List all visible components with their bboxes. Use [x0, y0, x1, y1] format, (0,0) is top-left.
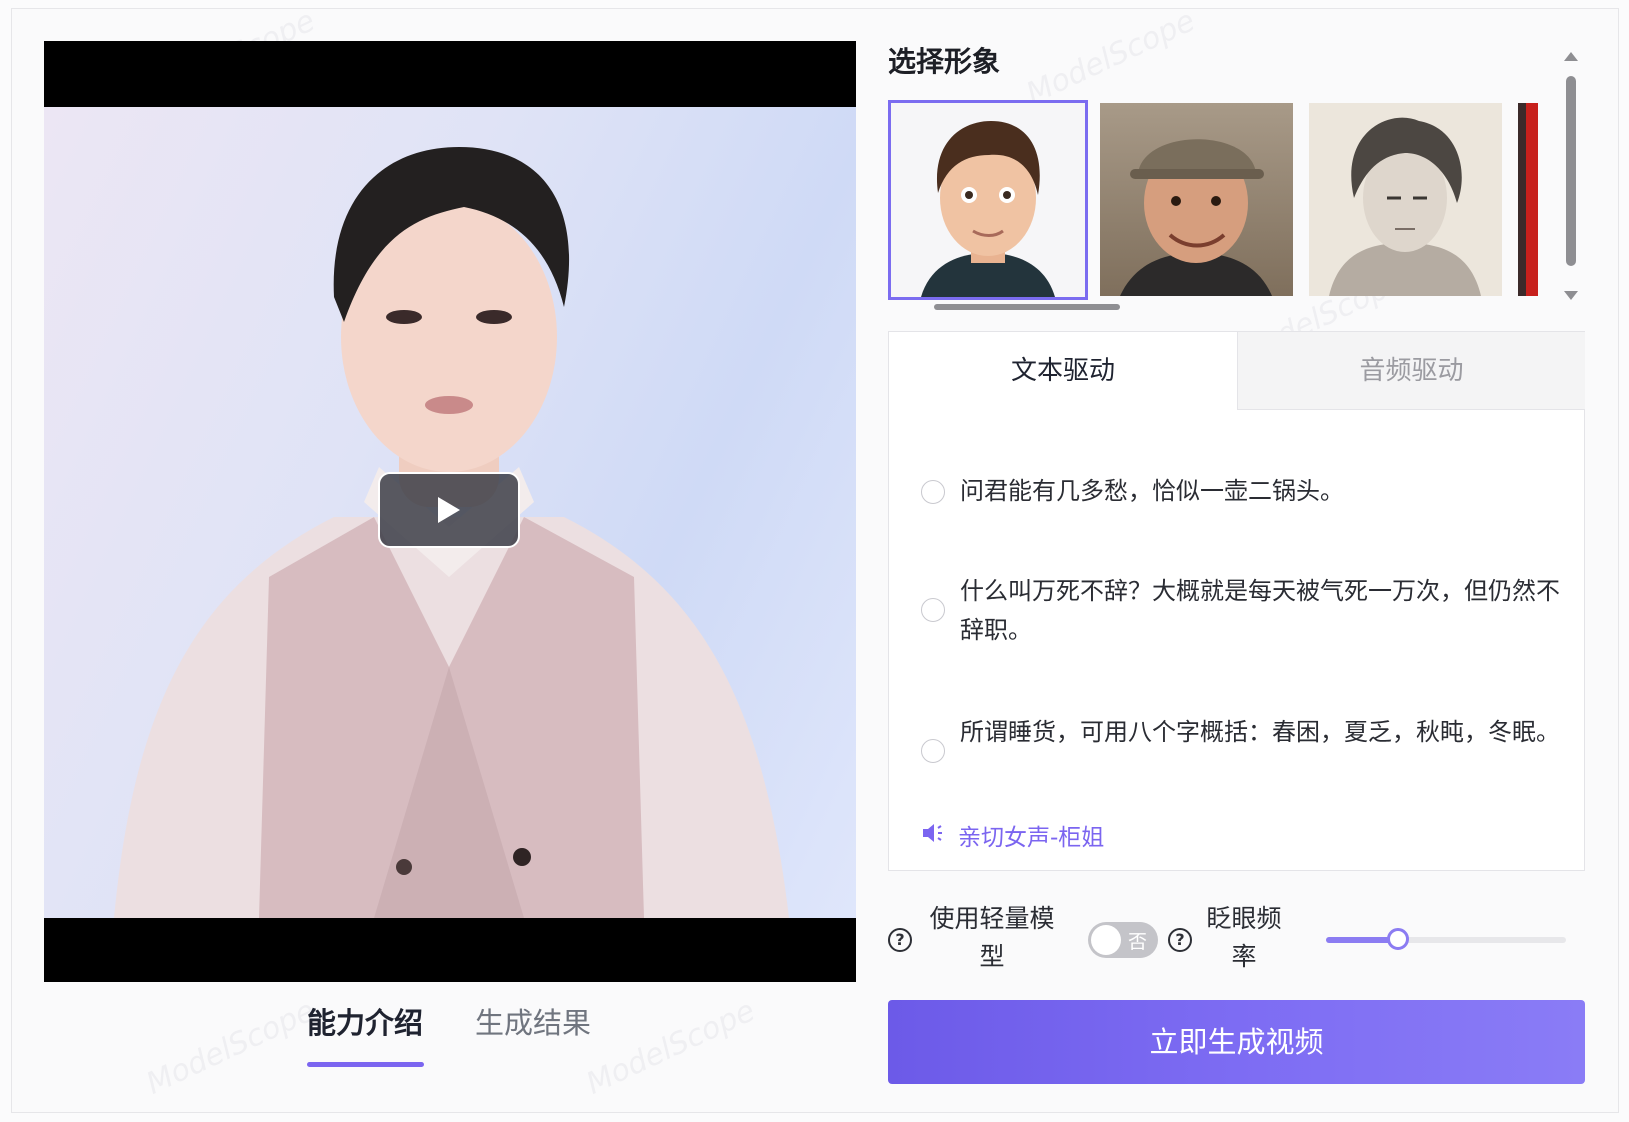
scroll-thumb[interactable] [934, 304, 1120, 310]
result-tabs: 能力介绍 生成结果 [44, 1000, 856, 1070]
tab-audio-drive[interactable]: 音频驱动 [1237, 332, 1585, 410]
help-icon[interactable]: ? [888, 928, 912, 952]
scroll-thumb[interactable] [1566, 76, 1576, 266]
avatar-gallery [888, 100, 1578, 312]
avatar-vertical-scrollbar[interactable] [1564, 52, 1578, 300]
avatar-horizontal-scrollbar[interactable] [900, 304, 1560, 310]
avatar-image [1329, 117, 1481, 296]
text-option-label: 什么叫万死不辞？大概就是每天被气死一万次，但仍然不辞职。 [960, 577, 1560, 644]
tab-text-drive[interactable]: 文本驱动 [889, 332, 1237, 410]
blink-slider[interactable] [1326, 928, 1566, 950]
blink-label: 眨眼频率 [1206, 904, 1282, 971]
scroll-up-icon[interactable] [1564, 52, 1578, 61]
slider-handle[interactable] [1387, 928, 1409, 950]
speaker-icon [923, 824, 942, 842]
avatar-option-cartoon-boy[interactable] [888, 100, 1088, 300]
generate-video-button[interactable]: 立即生成视频 [888, 1000, 1585, 1084]
text-option-label: 所谓睡货，可用八个字概括：春困，夏乏，秋盹，冬眠。 [960, 718, 1560, 746]
avatar-option-partially-hidden[interactable] [1518, 103, 1538, 296]
scroll-down-icon[interactable] [1564, 291, 1578, 300]
radio-button[interactable] [921, 598, 945, 622]
avatar-image [921, 121, 1055, 297]
settings-row: ? 使用轻量模型 否 ? 眨眼频率 [888, 900, 1588, 980]
light-model-toggle[interactable]: 否 [1088, 922, 1158, 958]
avatar-option-sketch-youth[interactable] [1309, 103, 1502, 296]
active-tab-indicator [307, 1062, 424, 1067]
tab-intro[interactable]: 能力介绍 [307, 1000, 423, 1042]
toggle-knob [1091, 925, 1121, 955]
help-icon[interactable]: ? [1168, 928, 1192, 952]
avatar-image [1120, 139, 1272, 296]
tab-result[interactable]: 生成结果 [475, 1000, 591, 1042]
drive-panel: 文本驱动 音频驱动 问君能有几多愁，恰似一壶二锅头。 什么叫万死不辞？大概就是每… [888, 331, 1585, 871]
toggle-text: 否 [1128, 931, 1148, 953]
avatar-option-man-with-cap[interactable] [1100, 103, 1293, 296]
radio-button[interactable] [921, 480, 945, 504]
text-option-label: 问君能有几多愁，恰似一壶二锅头。 [960, 477, 1344, 505]
video-player[interactable] [44, 41, 856, 982]
text-option[interactable]: 所谓睡货，可用八个字概括：春困，夏乏，秋盹，冬眠。 [921, 713, 1561, 773]
light-model-label: 使用轻量模型 [929, 904, 1055, 971]
voice-label: 亲切女声-柜姐 [958, 825, 1105, 851]
play-icon [438, 497, 460, 523]
avatar-section-title: 选择形象 [888, 45, 1001, 78]
play-button[interactable] [378, 472, 520, 548]
radio-button[interactable] [921, 739, 945, 763]
